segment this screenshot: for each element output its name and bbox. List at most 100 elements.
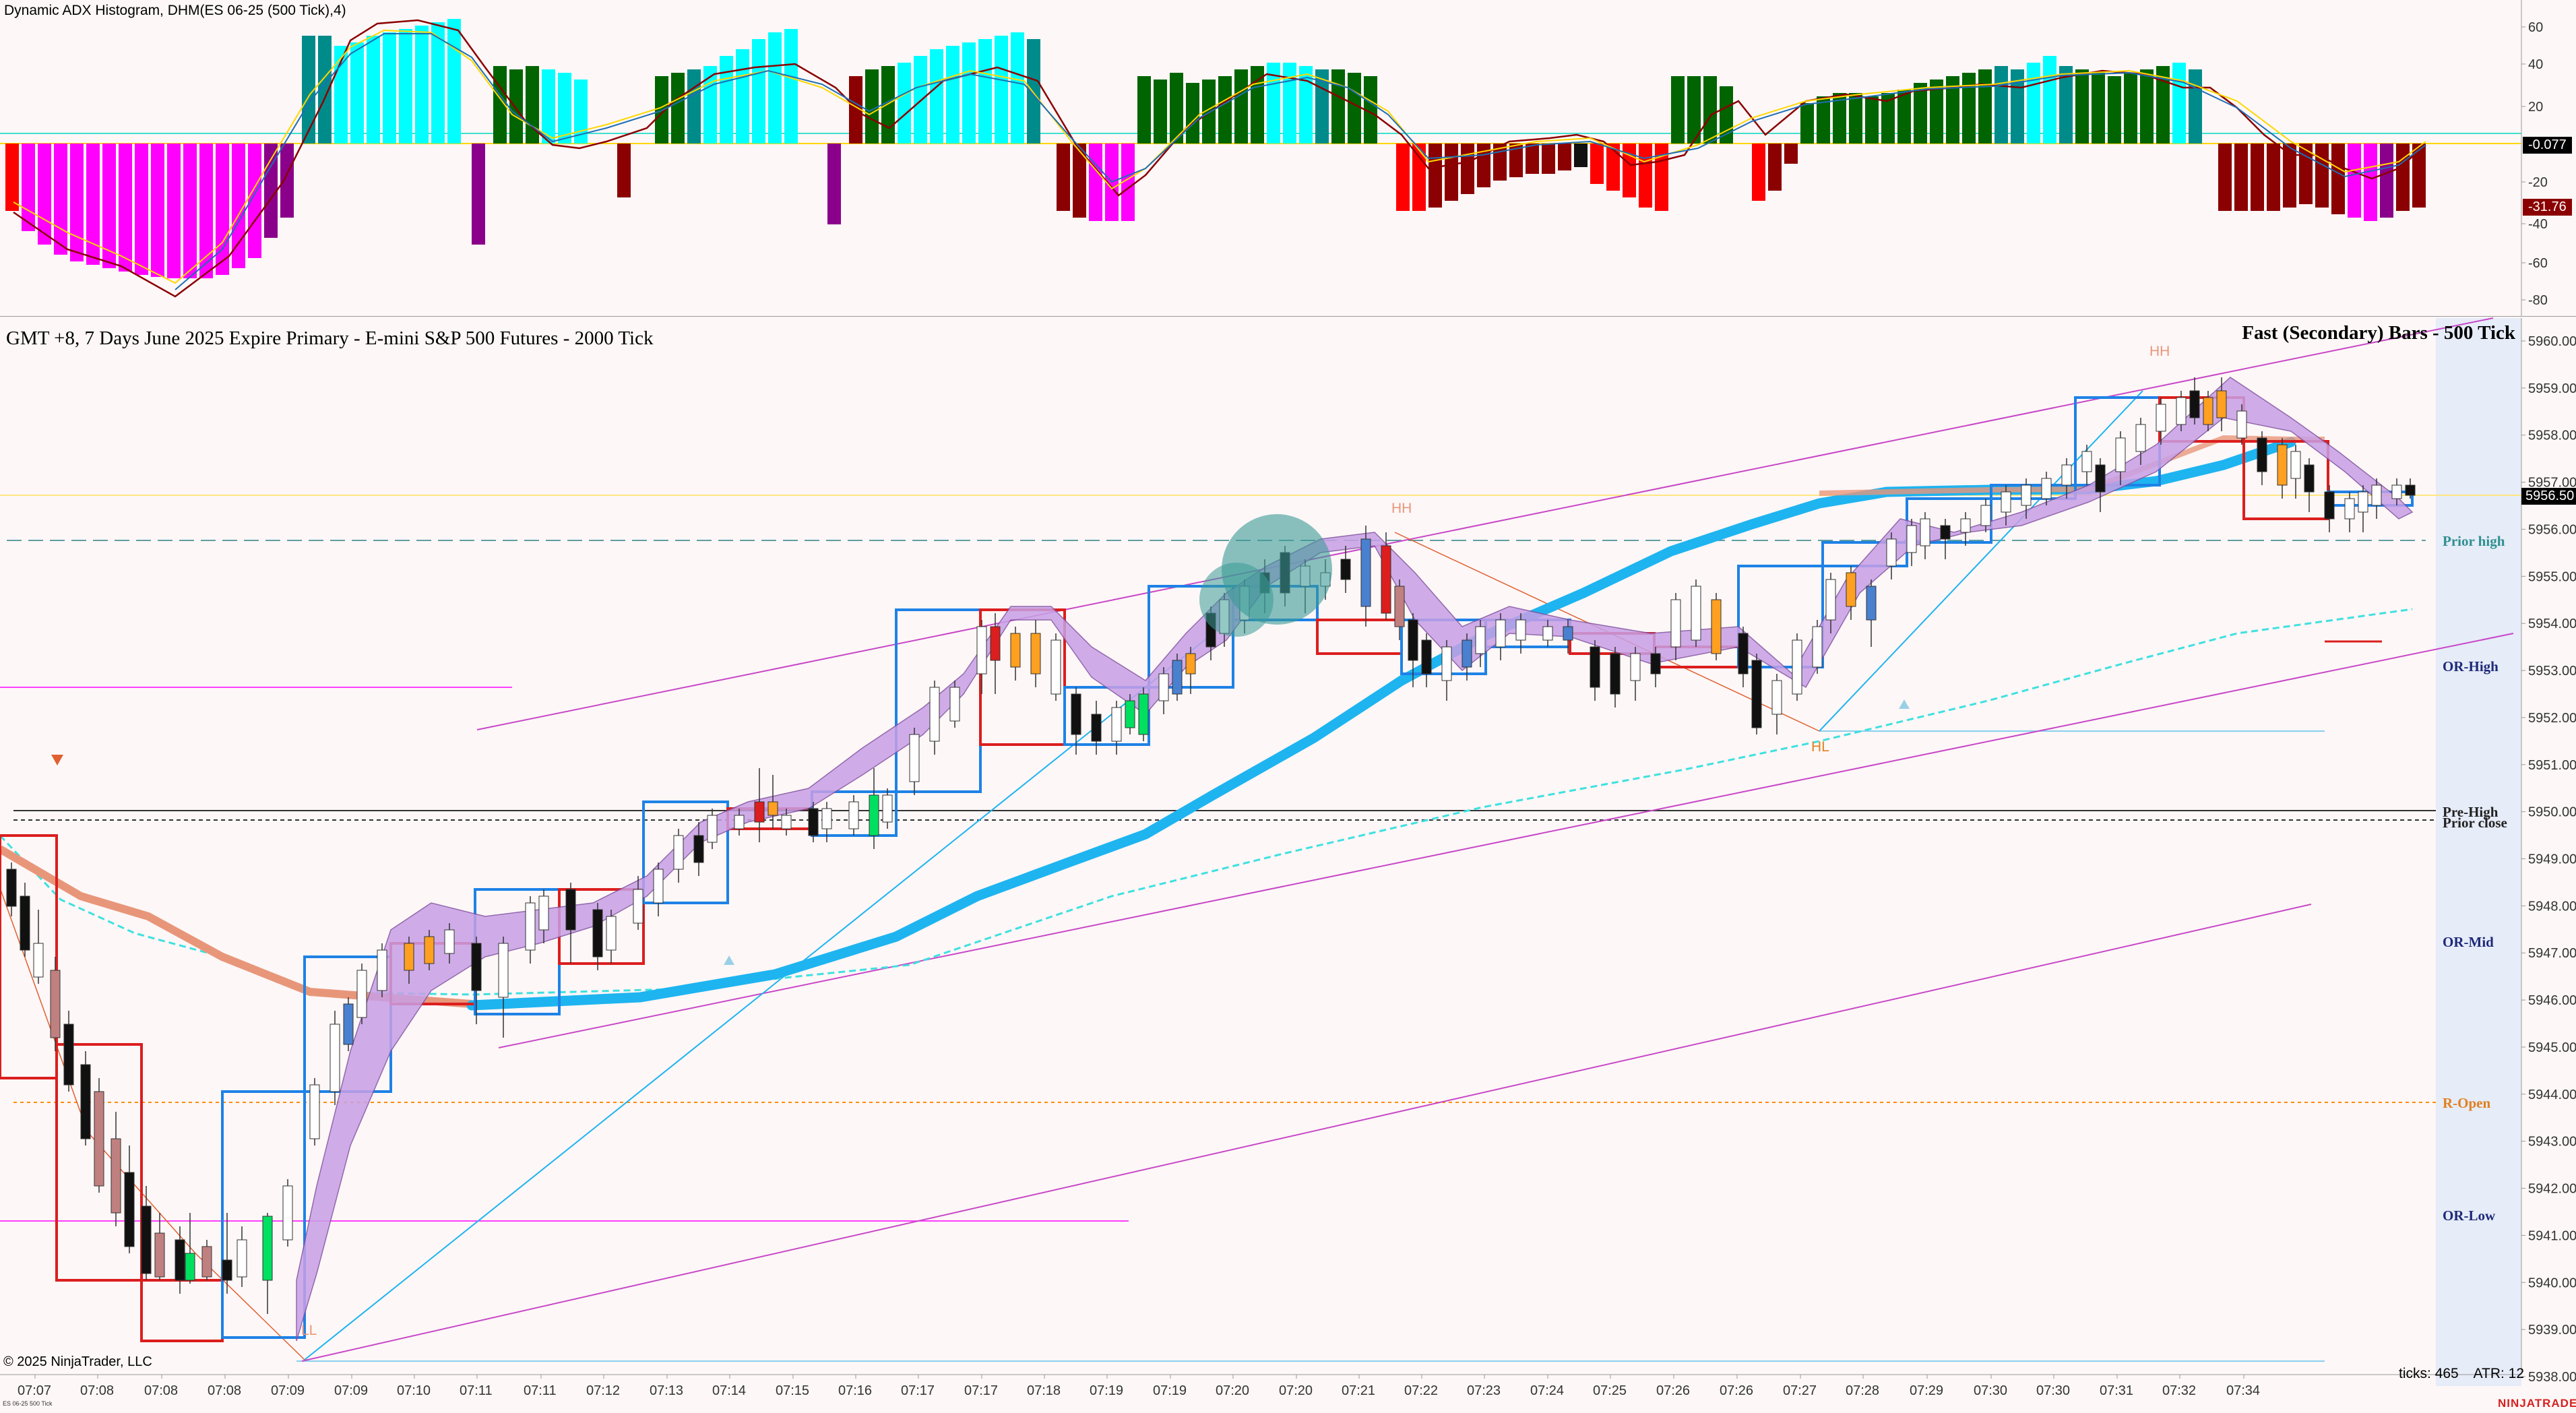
candle-body — [424, 936, 435, 964]
candle-body — [33, 943, 44, 978]
time-x-tick: 07:32 — [2162, 1383, 2196, 1398]
candle-body — [1394, 586, 1405, 627]
time-x-tick: 07:21 — [1342, 1383, 1375, 1398]
candle-body — [262, 1216, 273, 1281]
candle-body — [404, 943, 414, 971]
candle-body — [1050, 639, 1061, 695]
candle-body — [673, 835, 684, 870]
time-x-tick: 07:22 — [1404, 1383, 1438, 1398]
candle-body — [343, 1003, 354, 1045]
time-x-tick: 07:20 — [1279, 1383, 1313, 1398]
price-y-tick: 5960.00 — [2528, 334, 2576, 349]
time-x-tick: 07:09 — [334, 1383, 368, 1398]
candle-body — [94, 1091, 104, 1187]
candle-body — [1475, 626, 1486, 654]
candle-body — [1771, 680, 1782, 715]
candle-body — [1381, 545, 1391, 614]
candle-body — [2095, 464, 2106, 493]
candle-body — [20, 896, 30, 951]
candle-body — [2371, 484, 2382, 506]
price-chart-panel[interactable]: 5960.005959.005958.005957.005956.005955.… — [0, 0, 2576, 1413]
time-x-tick: 07:29 — [1910, 1383, 1943, 1398]
fast-moving-average-line — [466, 437, 2296, 1011]
swing-label-hl: HL — [1811, 739, 1829, 755]
price-y-tick: 5939.00 — [2528, 1323, 2576, 1338]
time-x-tick: 07:08 — [144, 1383, 178, 1398]
price-y-tick: 5950.00 — [2528, 805, 2576, 820]
candle-body — [1340, 559, 1351, 580]
time-x-tick: 07:30 — [1974, 1383, 2007, 1398]
level-or-low: OR-Low — [2443, 1207, 2496, 1224]
time-x-tick: 07:11 — [460, 1383, 493, 1398]
candle-body — [754, 801, 765, 823]
price-y-tick: 5953.00 — [2528, 664, 2576, 679]
time-x-tick: 07:15 — [776, 1383, 809, 1398]
time-x-tick: 07:17 — [964, 1383, 998, 1398]
candle-body — [1792, 639, 1802, 695]
price-y-tick: 5942.00 — [2528, 1182, 2576, 1197]
candle-body — [1590, 646, 1600, 688]
time-x-tick: 07:26 — [1656, 1383, 1690, 1398]
price-y-tick: 5948.00 — [2528, 899, 2576, 914]
candle-body — [6, 869, 17, 907]
candle-body — [2236, 410, 2247, 439]
price-y-tick: 5955.00 — [2528, 569, 2576, 584]
candle-body — [1751, 660, 1762, 728]
price-y-tick: 5954.00 — [2528, 617, 2576, 631]
candle-body — [1158, 673, 1169, 701]
level-r-open: R-Open — [2443, 1095, 2491, 1111]
candle-body — [869, 794, 879, 836]
candle-body — [1738, 633, 1749, 674]
time-x-tick: 07:12 — [586, 1383, 620, 1398]
indicator-value-badge-1: -0.077 — [2523, 137, 2572, 154]
candle-body — [734, 815, 745, 829]
time-x-tick: 07:11 — [524, 1383, 557, 1398]
candle-body — [2001, 491, 2011, 513]
candle-body — [1462, 639, 1472, 668]
candle-body — [498, 943, 509, 998]
candle-body — [1125, 700, 1135, 728]
level-prior-close: Prior close — [2443, 815, 2507, 831]
candle-body — [2041, 478, 2052, 499]
candle-body — [2358, 491, 2368, 513]
candle-body — [821, 808, 832, 829]
candle-body — [1172, 660, 1183, 695]
swing-label-hh: HH — [2149, 344, 2170, 359]
candle-body — [1866, 586, 1877, 621]
candle-body — [1495, 619, 1506, 648]
candle-body — [2156, 404, 2166, 432]
candle-body — [309, 1084, 320, 1139]
candle-body — [1185, 653, 1196, 674]
candle-body — [1920, 518, 1930, 546]
candle-body — [2344, 498, 2355, 520]
time-x-tick: 07:20 — [1216, 1383, 1249, 1398]
time-x-tick: 07:25 — [1593, 1383, 1627, 1398]
candle-body — [929, 687, 940, 742]
candle-body — [2115, 437, 2126, 472]
candle-body — [976, 626, 987, 674]
candle-body — [329, 1024, 340, 1092]
time-x-tick: 07:19 — [1153, 1383, 1187, 1398]
candle-body — [949, 687, 960, 722]
candle-body — [1650, 653, 1661, 674]
candle-body — [1138, 693, 1149, 735]
candle-body — [1812, 626, 1823, 668]
candle-body — [2176, 397, 2187, 425]
candle-body — [1071, 693, 1081, 735]
price-y-tick: 5949.00 — [2528, 852, 2576, 867]
price-y-tick: 5941.00 — [2528, 1228, 2576, 1243]
candle-body — [767, 801, 778, 816]
price-y-tick: 5952.00 — [2528, 711, 2576, 726]
candle-body — [63, 1024, 74, 1086]
candle-body — [1940, 525, 1951, 540]
candle-body — [2277, 444, 2288, 486]
time-x-tick: 07:18 — [1027, 1383, 1061, 1398]
candle-body — [882, 794, 893, 823]
candle-body — [990, 626, 1001, 661]
bearish-range-box — [1316, 619, 1403, 655]
candle-body — [175, 1239, 185, 1281]
candle-body — [1691, 586, 1701, 641]
candle-body — [1960, 518, 1971, 533]
time-x-tick: 07:14 — [712, 1383, 746, 1398]
candle-body — [1846, 572, 1856, 607]
